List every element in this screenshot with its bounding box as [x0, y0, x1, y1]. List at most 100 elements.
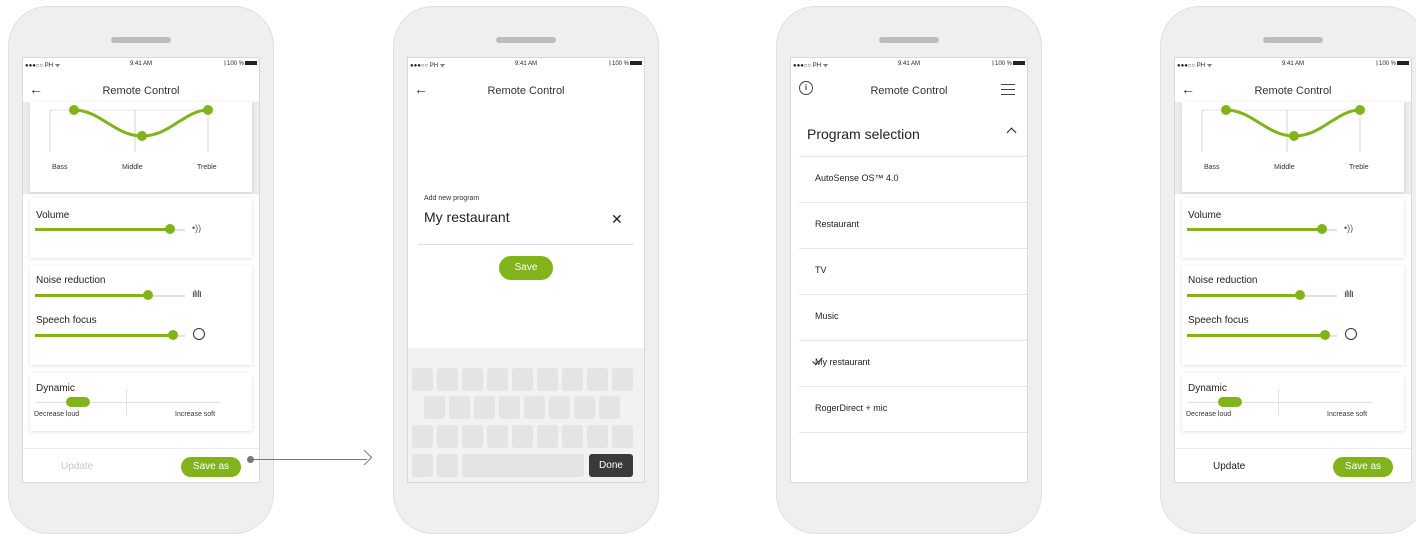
noise-thumb[interactable] — [143, 290, 153, 300]
keyboard-key[interactable] — [574, 396, 595, 419]
status-time: 9:41 AM — [514, 61, 537, 67]
menu-icon[interactable] — [1001, 84, 1015, 98]
keyboard-key[interactable] — [599, 396, 620, 419]
keyboard-key[interactable] — [462, 368, 483, 391]
eq-label-bass: Bass — [1204, 164, 1220, 171]
dynamic-thumb[interactable] — [1218, 397, 1242, 407]
keyboard-key[interactable] — [474, 396, 495, 419]
close-icon[interactable]: ✕ — [611, 211, 623, 228]
save-button[interactable]: Save — [499, 256, 553, 280]
equalizer-curve[interactable] — [1182, 102, 1406, 158]
battery-icon — [245, 61, 257, 66]
status-bar: ●●●○○ PH ᯤ 9:41 AM ᛒ100 % — [25, 61, 257, 71]
volume-card: Volume •)) — [1182, 198, 1404, 258]
keyboard-key[interactable] — [424, 396, 445, 419]
speaker-grille — [496, 37, 556, 43]
keyboard-key[interactable] — [412, 425, 433, 448]
program-list-item[interactable]: Restaurant — [799, 202, 1027, 249]
volume-thumb[interactable] — [165, 224, 175, 234]
program-list-item[interactable]: RogerDirect + mic — [799, 386, 1027, 433]
volume-label: Volume — [36, 210, 70, 221]
save-as-button[interactable]: Save as — [181, 457, 241, 477]
keyboard-key[interactable] — [524, 396, 545, 419]
update-button[interactable]: Update — [1213, 461, 1245, 472]
add-program-screen: ●●●○○ PH ᯤ 9:41 AM ᛒ100 % ← Remote Contr… — [407, 57, 645, 483]
noise-reduction-label: Noise reduction — [36, 275, 106, 286]
program-label: TV — [815, 265, 827, 275]
done-key[interactable]: Done — [589, 454, 633, 477]
status-time: 9:41 AM — [897, 61, 920, 67]
phone-1: ●●●○○ PH ᯤ 9:41 AM ᛒ100 % ← Remote Contr… — [8, 6, 274, 534]
keyboard-key[interactable] — [449, 396, 470, 419]
dynamic-label: Dynamic — [1188, 383, 1227, 394]
page-title: Remote Control — [870, 85, 948, 97]
remote-control-screen-1: ●●●○○ PH ᯤ 9:41 AM ᛒ100 % ← Remote Contr… — [22, 57, 260, 483]
status-bar: ●●●○○ PH ᯤ 9:41 AM ᛒ100 % — [793, 61, 1025, 71]
dynamic-center-line — [1278, 389, 1279, 415]
bottom-action-bar: Update Save as — [23, 448, 259, 482]
keyboard-key[interactable] — [499, 396, 520, 419]
page-title: Remote Control — [102, 85, 180, 97]
keyboard-key[interactable] — [537, 368, 558, 391]
keyboard-key[interactable] — [562, 368, 583, 391]
keyboard-key[interactable] — [549, 396, 570, 419]
equalizer-card: Bass Middle Treble — [1182, 102, 1404, 192]
status-time: 9:41 AM — [129, 61, 152, 67]
dynamic-thumb[interactable] — [66, 397, 90, 407]
volume-thumb[interactable] — [1317, 224, 1327, 234]
status-time: 9:41 AM — [1281, 61, 1304, 67]
update-button[interactable]: Update — [61, 461, 93, 472]
dynamic-card: Dynamic Decrease loud Increase soft — [30, 373, 252, 431]
keyboard-key[interactable] — [537, 425, 558, 448]
dynamic-left-label: Decrease loud — [34, 411, 80, 418]
keyboard-key[interactable] — [512, 368, 533, 391]
speaker-grille — [1263, 37, 1323, 43]
noise-fill — [35, 294, 148, 297]
keyboard-key[interactable] — [512, 425, 533, 448]
dynamic-label: Dynamic — [36, 383, 75, 394]
program-name-input[interactable] — [422, 208, 596, 226]
flow-arrow-line — [251, 459, 367, 460]
keyboard-key[interactable] — [487, 368, 508, 391]
battery-text: 100 % — [994, 61, 1012, 67]
keyboard-key[interactable] — [437, 368, 458, 391]
keyboard-key[interactable] — [612, 425, 633, 448]
keyboard-key[interactable] — [612, 368, 633, 391]
chevron-up-icon[interactable] — [1006, 127, 1017, 138]
program-list-item[interactable]: AutoSense OS™ 4.0 — [799, 156, 1027, 203]
input-underline — [418, 244, 634, 245]
keyboard-key[interactable] — [437, 425, 458, 448]
volume-icon: •)) — [1344, 223, 1354, 233]
keyboard-key[interactable] — [462, 425, 483, 448]
keyboard-key[interactable] — [587, 368, 608, 391]
speech-focus-label: Speech focus — [1188, 315, 1249, 326]
speech-thumb[interactable] — [168, 330, 178, 340]
keyboard-key[interactable] — [412, 454, 433, 477]
phone-3: ●●●○○ PH ᯤ 9:41 AM ᛒ100 % i Remote Contr… — [776, 6, 1042, 534]
speech-focus-icon — [193, 328, 205, 340]
noise-reduction-label: Noise reduction — [1188, 275, 1258, 286]
phone-4: ●●●○○ PH ᯤ 9:41 AM ᛒ100 % ← Remote Contr… — [1160, 6, 1416, 534]
field-caption: Add new program — [424, 195, 480, 202]
eq-label-middle: Middle — [122, 164, 143, 171]
nav-bar: ← Remote Control — [23, 78, 259, 102]
keyboard-key[interactable] — [412, 368, 433, 391]
program-list-item[interactable]: TV — [799, 248, 1027, 295]
keyboard-spacebar[interactable] — [462, 454, 584, 477]
equalizer-curve[interactable] — [30, 102, 254, 158]
status-bar: ●●●○○ PH ᯤ 9:41 AM ᛒ100 % — [410, 61, 642, 71]
speech-thumb[interactable] — [1320, 330, 1330, 340]
page-title: Remote Control — [487, 85, 565, 97]
keyboard-key[interactable] — [587, 425, 608, 448]
program-list-item-selected[interactable]: My restaurant — [799, 340, 1027, 387]
program-selection-header[interactable]: Program selection — [799, 110, 1027, 157]
keyboard-key[interactable] — [437, 454, 458, 477]
dynamic-track[interactable] — [35, 402, 221, 403]
dynamic-track[interactable] — [1187, 402, 1373, 403]
save-as-button[interactable]: Save as — [1333, 457, 1393, 477]
keyboard-key[interactable] — [487, 425, 508, 448]
keyboard-key[interactable] — [562, 425, 583, 448]
noise-thumb[interactable] — [1295, 290, 1305, 300]
program-list-item[interactable]: Music — [799, 294, 1027, 341]
noise-speech-card: Noise reduction ıIıIı Speech focus — [30, 265, 252, 365]
